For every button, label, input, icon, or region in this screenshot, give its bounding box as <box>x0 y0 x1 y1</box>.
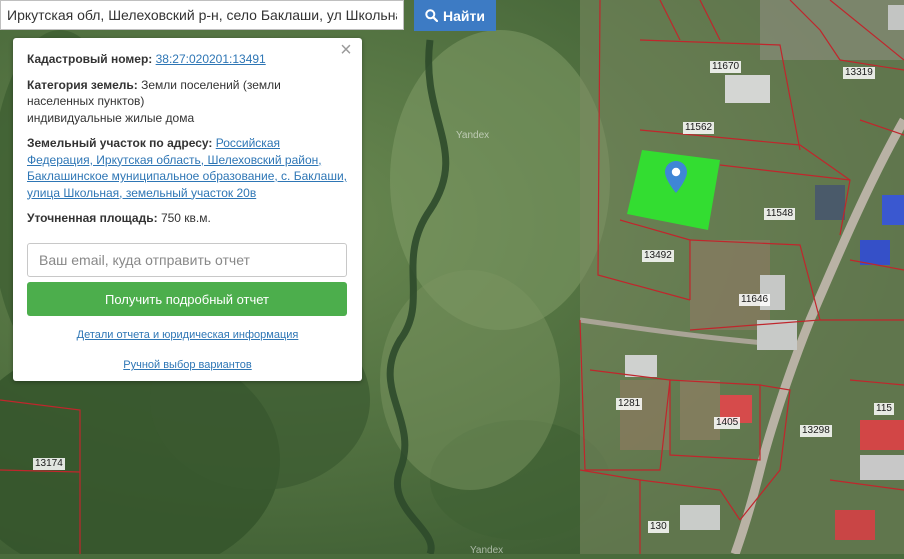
address-row: Земельный участок по адресу: Российская … <box>27 135 348 201</box>
parcel-info-panel: × Кадастровый номер: 38:27:020201:13491 … <box>13 38 362 381</box>
parcel-label: 11670 <box>710 61 742 73</box>
parcel-label: 11646 <box>739 294 771 306</box>
search-button-label: Найти <box>443 7 485 24</box>
parcel-label: 130 <box>648 521 669 533</box>
search-icon <box>425 9 439 22</box>
close-icon[interactable]: × <box>338 40 354 60</box>
parcel-label: 11548 <box>764 208 796 220</box>
cadastral-number-link[interactable]: 38:27:020201:13491 <box>156 52 266 66</box>
parcel-label: 13298 <box>800 425 832 437</box>
search-button[interactable]: Найти <box>414 0 496 31</box>
parcel-label: 13319 <box>843 67 875 79</box>
area-row: Уточненная площадь: 750 кв.м. <box>27 210 348 227</box>
map-pin-icon[interactable] <box>665 161 687 193</box>
parcel-label: 115 <box>874 403 894 415</box>
parcel-label: 13492 <box>642 250 674 262</box>
address-label: Земельный участок по адресу: <box>27 136 213 150</box>
report-details-link[interactable]: Детали отчета и юридическая информация <box>77 329 299 341</box>
parcel-label: 1405 <box>714 417 741 429</box>
yandex-watermark: Yandex <box>470 545 504 556</box>
yandex-watermark: Yandex <box>456 130 490 141</box>
email-field[interactable] <box>27 243 347 277</box>
address-search-input[interactable] <box>0 0 404 30</box>
manual-selection-link[interactable]: Ручной выбор вариантов <box>123 359 251 371</box>
area-value: 750 кв.м. <box>160 211 211 225</box>
manual-link-wrapper: Ручной выбор вариантов <box>13 359 362 371</box>
category-use: индивидуальные жилые дома <box>27 110 195 125</box>
details-link-wrapper: Детали отчета и юридическая информация <box>13 329 362 341</box>
cadastral-number-row: Кадастровый номер: 38:27:020201:13491 <box>27 51 348 68</box>
get-report-button[interactable]: Получить подробный отчет <box>27 282 347 316</box>
land-category-row: Категория земель: Земли поселений (земли… <box>27 77 348 127</box>
cadastral-label: Кадастровый номер: <box>27 52 153 66</box>
parcel-label: 13174 <box>33 458 65 470</box>
category-label: Категория земель: <box>27 77 138 92</box>
parcel-label: 1281 <box>616 398 643 410</box>
parcel-label: 11562 <box>683 122 715 134</box>
area-label: Уточненная площадь: <box>27 211 158 225</box>
